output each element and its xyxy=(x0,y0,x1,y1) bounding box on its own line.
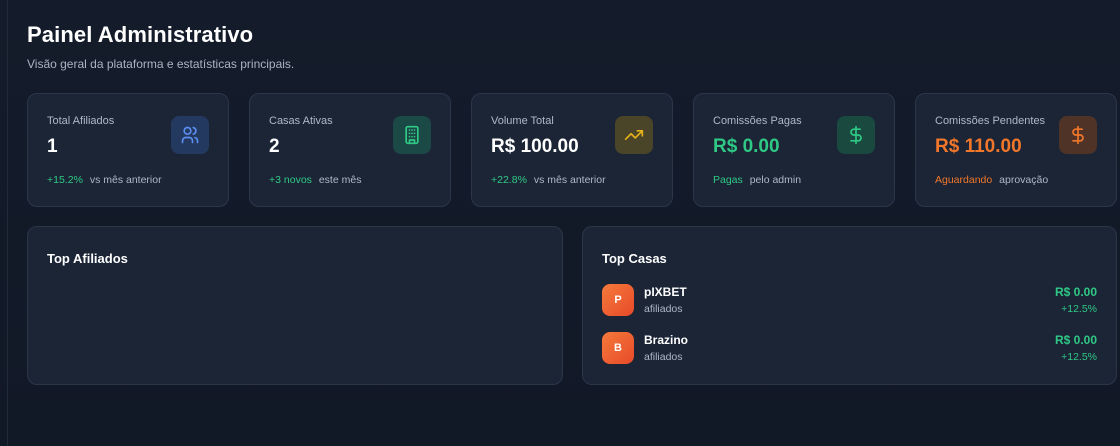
stat-foot: +22.8% vs mês anterior xyxy=(491,174,606,186)
stat-change: +22.8% xyxy=(491,174,527,186)
stats-row: Total Afiliados 1 +15.2% vs mês anterior… xyxy=(27,93,1120,207)
list-item[interactable]: B Brazino afiliados R$ 0.00 +12.5% xyxy=(602,332,1097,366)
stat-foot-text: este mês xyxy=(318,174,362,186)
stat-value: 1 xyxy=(47,136,58,157)
page-header: Painel Administrativo Visão geral da pla… xyxy=(27,22,294,71)
casa-name: pIXBET xyxy=(644,285,687,299)
stat-card-casas-ativas: Casas Ativas 2 +3 novos este mês xyxy=(249,93,451,207)
page-title: Painel Administrativo xyxy=(27,22,254,47)
stat-card-comissoes-pendentes: Comissões Pendentes R$ 110.00 Aguardando… xyxy=(915,93,1117,207)
stat-label: Volume Total xyxy=(491,115,554,127)
stat-card-total-afiliados: Total Afiliados 1 +15.2% vs mês anterior xyxy=(27,93,229,207)
stat-label: Casas Ativas xyxy=(269,115,333,127)
stat-label: Comissões Pagas xyxy=(713,115,802,127)
dollar-icon xyxy=(1059,116,1097,154)
stat-label: Comissões Pendentes xyxy=(935,115,1046,127)
stat-card-volume-total: Volume Total R$ 100.00 +22.8% vs mês ant… xyxy=(471,93,673,207)
trending-up-icon xyxy=(615,116,653,154)
stat-value: R$ 110.00 xyxy=(935,136,1022,157)
page-subtitle: Visão geral da plataforma e estatísticas… xyxy=(27,57,295,71)
stat-status: Pagas xyxy=(713,174,743,186)
stat-status: Aguardando xyxy=(935,174,993,186)
casa-amount: R$ 0.00 xyxy=(1054,333,1097,347)
casa-amount: R$ 0.00 xyxy=(1054,285,1097,299)
stat-value: R$ 0.00 xyxy=(713,136,780,157)
stat-foot: Aguardando aprovação xyxy=(935,174,1048,186)
stat-value: 2 xyxy=(269,136,280,157)
list-item[interactable]: P pIXBET afiliados R$ 0.00 +12.5% xyxy=(602,284,1097,318)
avatar: B xyxy=(602,332,634,364)
avatar: P xyxy=(602,284,634,316)
stat-foot: +3 novos este mês xyxy=(269,174,361,186)
stat-foot-text: aprovação xyxy=(999,174,1049,186)
top-afiliados-panel: Top Afiliados xyxy=(27,226,563,385)
casa-change: +12.5% xyxy=(1061,351,1097,363)
dollar-icon xyxy=(837,116,875,154)
stat-foot: Pagas pelo admin xyxy=(713,174,801,186)
casa-sub: afiliados xyxy=(644,351,683,363)
building-icon xyxy=(393,116,431,154)
top-casas-panel: Top Casas P pIXBET afiliados R$ 0.00 +12… xyxy=(582,226,1117,385)
stat-label: Total Afiliados xyxy=(47,115,115,127)
stat-foot-text: vs mês anterior xyxy=(533,174,606,186)
stat-foot-text: vs mês anterior xyxy=(89,174,162,186)
stat-change: +3 novos xyxy=(269,174,312,186)
stat-card-comissoes-pagas: Comissões Pagas R$ 0.00 Pagas pelo admin xyxy=(693,93,895,207)
stat-foot: +15.2% vs mês anterior xyxy=(47,174,162,186)
casa-sub: afiliados xyxy=(644,303,683,315)
stat-change: +15.2% xyxy=(47,174,83,186)
users-icon xyxy=(171,116,209,154)
stat-foot-text: pelo admin xyxy=(749,174,802,186)
stat-value: R$ 100.00 xyxy=(491,136,579,157)
sidebar-edge xyxy=(0,0,8,446)
panel-title: Top Casas xyxy=(602,251,667,266)
casa-name: Brazino xyxy=(644,333,689,347)
panel-title: Top Afiliados xyxy=(47,251,128,266)
casa-change: +12.5% xyxy=(1061,303,1097,315)
